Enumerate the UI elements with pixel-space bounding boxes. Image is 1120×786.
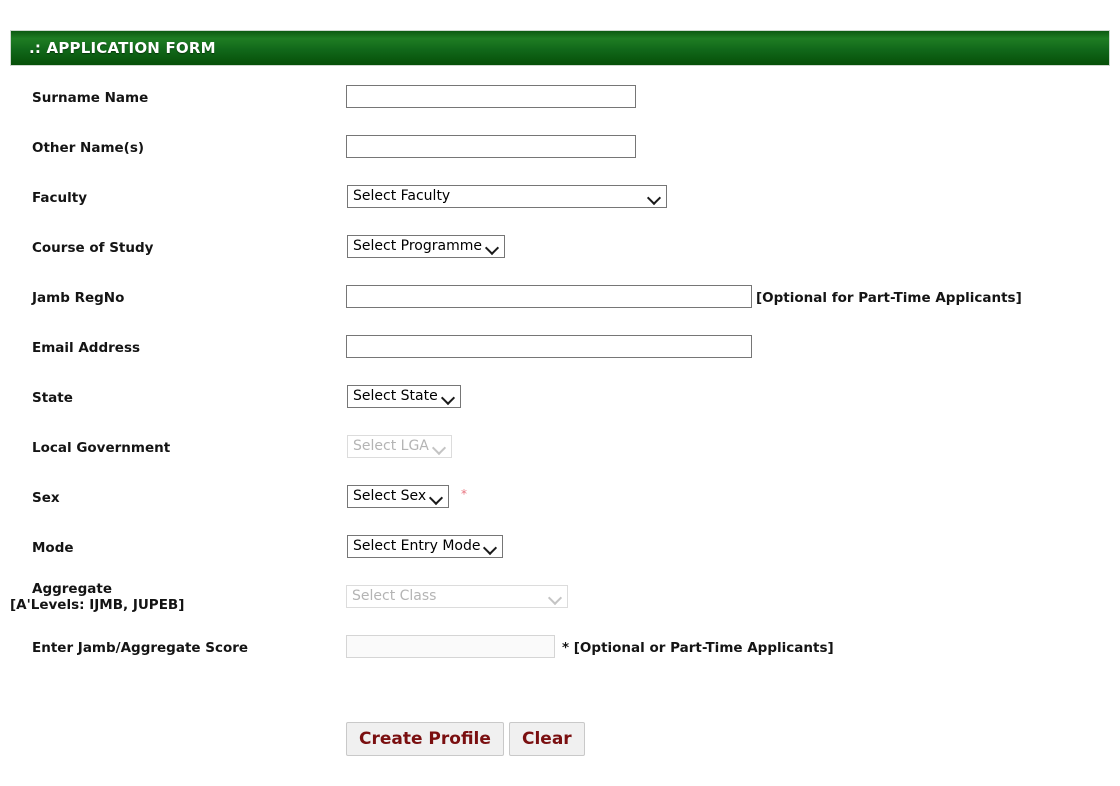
faculty-select[interactable]: Select Faculty bbox=[347, 185, 667, 208]
chevron-down-icon bbox=[432, 436, 446, 459]
control-email bbox=[346, 335, 752, 358]
control-other-names bbox=[346, 135, 636, 158]
form-actions: Create Profile Clear bbox=[0, 722, 1120, 762]
sex-select[interactable]: Select Sex bbox=[347, 485, 450, 509]
page-title: .: APPLICATION FORM bbox=[29, 39, 216, 57]
chevron-down-icon bbox=[647, 186, 661, 209]
faculty-select-value: Select Faculty bbox=[353, 188, 451, 204]
control-aggregate-score bbox=[346, 635, 555, 658]
application-form-panel-header: .: APPLICATION FORM bbox=[10, 30, 1110, 66]
control-jamb-regno bbox=[346, 285, 752, 308]
form-row-jamb-regno: Jamb RegNo [Optional for Part-Time Appli… bbox=[0, 274, 1120, 324]
sex-required-marker: * bbox=[461, 487, 467, 501]
form-row-aggregate-score: Enter Jamb/Aggregate Score * [Optional o… bbox=[0, 624, 1120, 674]
application-form: Surname Name Other Name(s) Faculty Selec… bbox=[0, 74, 1120, 674]
form-row-email: Email Address bbox=[0, 324, 1120, 374]
control-sex: Select Sex bbox=[347, 485, 450, 509]
label-course-of-study: Course of Study bbox=[32, 240, 154, 256]
control-local-government: Select LGA bbox=[347, 435, 452, 458]
other-names-input[interactable] bbox=[346, 135, 636, 158]
label-other-names: Other Name(s) bbox=[32, 140, 145, 156]
chevron-down-icon bbox=[429, 486, 443, 509]
label-state: State bbox=[32, 390, 73, 406]
course-of-study-select-value: Select Programme bbox=[353, 238, 482, 254]
label-aggregate-score: Enter Jamb/Aggregate Score bbox=[32, 640, 249, 656]
aggregate-score-note: * [Optional or Part-Time Applicants] bbox=[562, 640, 834, 656]
clear-button[interactable]: Clear bbox=[509, 722, 585, 756]
label-aggregate-line1: Aggregate bbox=[32, 581, 112, 597]
control-aggregate: Select Class bbox=[346, 585, 568, 608]
jamb-regno-input[interactable] bbox=[346, 285, 752, 308]
mode-select[interactable]: Select Entry Mode bbox=[347, 535, 504, 559]
label-email: Email Address bbox=[32, 340, 141, 356]
chevron-down-icon bbox=[483, 536, 497, 559]
control-surname bbox=[346, 85, 636, 108]
form-row-state: State Select State bbox=[0, 374, 1120, 424]
chevron-down-icon bbox=[441, 386, 455, 409]
form-row-mode: Mode Select Entry Mode bbox=[0, 524, 1120, 574]
label-aggregate-line2: [A'Levels: IJMB, JUPEB] bbox=[10, 597, 185, 613]
surname-input[interactable] bbox=[346, 85, 636, 108]
control-mode: Select Entry Mode bbox=[347, 535, 504, 559]
label-faculty: Faculty bbox=[32, 190, 88, 206]
label-mode: Mode bbox=[32, 540, 74, 556]
email-field[interactable] bbox=[346, 335, 752, 358]
aggregate-class-select-value: Select Class bbox=[352, 588, 437, 604]
form-row-aggregate: Aggregate [A'Levels: IJMB, JUPEB] Select… bbox=[0, 574, 1120, 624]
form-row-local-government: Local Government Select LGA bbox=[0, 424, 1120, 474]
aggregate-score-input[interactable] bbox=[346, 635, 555, 658]
control-course-of-study: Select Programme bbox=[347, 235, 505, 258]
form-row-faculty: Faculty Select Faculty bbox=[0, 174, 1120, 224]
chevron-down-icon bbox=[548, 586, 562, 609]
control-state: Select State bbox=[347, 385, 461, 408]
form-row-other-names: Other Name(s) bbox=[0, 124, 1120, 174]
sex-select-value: Select Sex bbox=[353, 488, 427, 504]
form-row-course-of-study: Course of Study Select Programme bbox=[0, 224, 1120, 274]
local-government-select[interactable]: Select LGA bbox=[347, 435, 452, 458]
control-faculty: Select Faculty bbox=[347, 185, 667, 208]
label-jamb-regno: Jamb RegNo bbox=[32, 290, 125, 306]
course-of-study-select[interactable]: Select Programme bbox=[347, 235, 505, 258]
chevron-down-icon bbox=[485, 236, 499, 259]
create-profile-button[interactable]: Create Profile bbox=[346, 722, 504, 756]
label-surname: Surname Name bbox=[32, 90, 149, 106]
aggregate-class-select[interactable]: Select Class bbox=[346, 585, 568, 608]
form-row-surname: Surname Name bbox=[0, 74, 1120, 124]
mode-select-value: Select Entry Mode bbox=[353, 538, 481, 554]
state-select-value: Select State bbox=[353, 388, 438, 404]
jamb-regno-note: [Optional for Part-Time Applicants] bbox=[756, 290, 1022, 306]
label-aggregate: Aggregate [A'Levels: IJMB, JUPEB] bbox=[10, 581, 184, 613]
state-select[interactable]: Select State bbox=[347, 385, 461, 408]
label-sex: Sex bbox=[32, 490, 60, 506]
local-government-select-value: Select LGA bbox=[353, 438, 429, 454]
form-row-sex: Sex Select Sex * bbox=[0, 474, 1120, 524]
label-local-government: Local Government bbox=[32, 440, 171, 456]
